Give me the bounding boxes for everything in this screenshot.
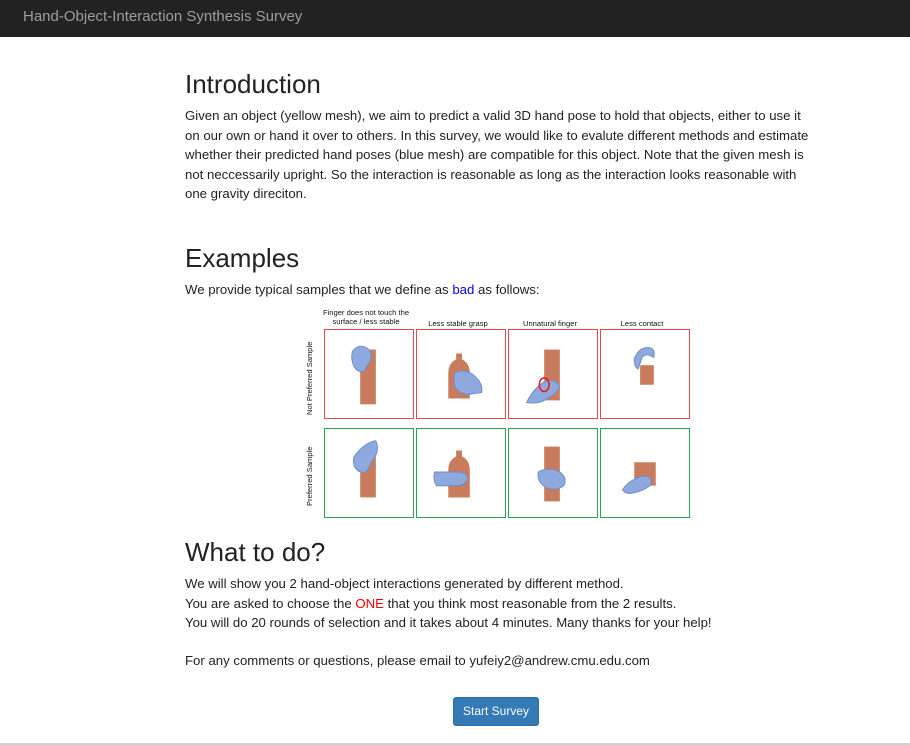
examples-figure: Finger does not touch the surface / less… xyxy=(300,308,700,524)
sample-not-preferred-2 xyxy=(416,329,506,419)
one-highlight: ONE xyxy=(355,595,384,611)
instruction-line-2-before: You are asked to choose the xyxy=(185,595,356,611)
examples-text-after: as follows: xyxy=(474,282,540,297)
column-label-unnatural-finger: Unnatural finger xyxy=(522,319,578,328)
sample-preferred-3 xyxy=(508,428,598,518)
column-label-less-contact: Less contact xyxy=(620,319,664,328)
instruction-line-2: You are asked to choose the ONE that you… xyxy=(185,594,712,614)
row-label-preferred: Preferred Sample xyxy=(305,446,314,506)
bad-highlight: bad xyxy=(452,282,475,297)
sample-preferred-1 xyxy=(324,428,414,518)
examples-text: We provide typical samples that we defin… xyxy=(185,280,540,300)
what-to-do-heading: What to do? xyxy=(185,537,326,567)
hand-object-render-icon xyxy=(448,353,483,399)
introduction-text: Given an object (yellow mesh), we aim to… xyxy=(185,108,809,201)
contact-text: For any comments or questions, please em… xyxy=(185,653,650,668)
examples-text-before: We provide typical samples that we defin… xyxy=(185,282,453,297)
column-label-finger-not-touch: Finger does not touch the surface / less… xyxy=(322,308,410,326)
sample-not-preferred-4 xyxy=(600,329,690,419)
sample-not-preferred-1 xyxy=(324,329,414,419)
introduction-heading: Introduction xyxy=(185,69,321,99)
sample-not-preferred-3 xyxy=(508,329,598,419)
sample-preferred-4 xyxy=(600,428,690,518)
hand-object-render-icon xyxy=(352,440,378,498)
instruction-line-1: We will show you 2 hand-object interacti… xyxy=(185,576,624,591)
instruction-line-3: You will do 20 rounds of selection and i… xyxy=(185,615,712,630)
hand-object-render-icon xyxy=(351,345,376,405)
instructions: We will show you 2 hand-object interacti… xyxy=(185,574,712,633)
hand-object-render-icon xyxy=(525,349,561,404)
examples-heading: Examples xyxy=(185,243,300,273)
hand-object-render-icon xyxy=(621,462,656,495)
start-survey-button[interactable]: Start Survey xyxy=(453,697,539,726)
hand-object-render-icon xyxy=(537,446,566,502)
navbar-brand[interactable]: Hand-Object-Interaction Synthesis Survey xyxy=(23,8,302,26)
navbar: Hand-Object-Interaction Synthesis Survey xyxy=(0,0,910,37)
sample-preferred-2 xyxy=(416,428,506,518)
column-label-less-stable-grasp: Less stable grasp xyxy=(428,319,488,328)
hand-object-render-icon xyxy=(433,450,470,498)
hand-object-render-icon xyxy=(633,347,655,385)
row-label-not-preferred: Not Preferred Sample xyxy=(305,341,314,415)
instruction-line-2-after: that you think most reasonable from the … xyxy=(383,595,677,611)
